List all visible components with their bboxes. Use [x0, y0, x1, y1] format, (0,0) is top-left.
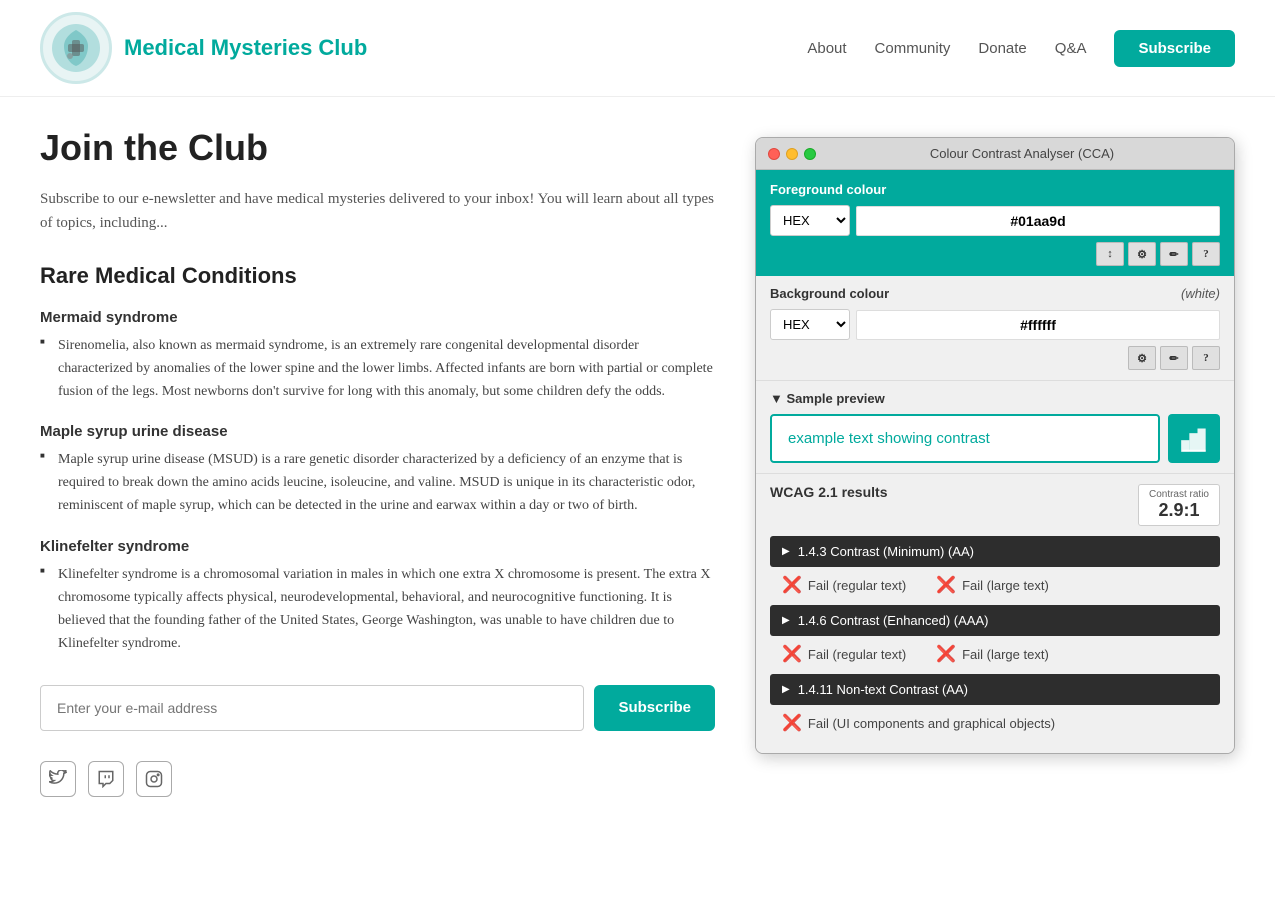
- wcag-result-label-1-large: Fail (large text): [962, 578, 1049, 593]
- intro-text: Subscribe to our e-newsletter and have m…: [40, 187, 715, 235]
- cca-fg-settings-btn[interactable]: ⚙: [1128, 242, 1156, 266]
- cca-bg-tools: ⚙ ✏ ?: [770, 346, 1220, 370]
- page-title: Join the Club: [40, 127, 715, 169]
- wcag-result-1-regular: ❌ Fail (regular text): [782, 575, 906, 595]
- cca-background-section: Background colour (white) HEX RGB HSL ⚙ …: [756, 276, 1234, 381]
- nav-donate[interactable]: Donate: [978, 40, 1026, 57]
- condition-title-2: Maple syrup urine disease: [40, 423, 715, 440]
- cca-fg-input-row: HEX RGB HSL: [770, 205, 1220, 236]
- cca-dot-red: [768, 148, 780, 160]
- social-icons-row: [40, 761, 715, 797]
- cca-dot-yellow: [786, 148, 798, 160]
- wcag-result-label-2-regular: Fail (regular text): [808, 647, 906, 662]
- wcag-results-row-3: ❌ Fail (UI components and graphical obje…: [770, 707, 1220, 743]
- wcag-criterion-1[interactable]: ▶ 1.4.3 Contrast (Minimum) (AA): [770, 536, 1220, 567]
- wcag-results-row-1: ❌ Fail (regular text) ❌ Fail (large text…: [770, 569, 1220, 605]
- wcag-criterion-label-3: 1.4.11 Non-text Contrast (AA): [798, 682, 968, 697]
- condition-title-1: Mermaid syndrome: [40, 309, 715, 326]
- wcag-result-2-large: ❌ Fail (large text): [936, 644, 1049, 664]
- condition-desc-3: Klinefelter syndrome is a chromosomal va…: [40, 563, 715, 655]
- wcag-expand-icon-2: ▶: [782, 615, 790, 626]
- cca-wcag-header: WCAG 2.1 results Contrast ratio 2.9:1: [770, 484, 1220, 526]
- cca-bg-eyedropper-btn[interactable]: ✏: [1160, 346, 1188, 370]
- cca-bg-input-row: HEX RGB HSL: [770, 309, 1220, 340]
- site-logo: [40, 12, 112, 84]
- cca-bg-settings-btn[interactable]: ⚙: [1128, 346, 1156, 370]
- wcag-result-label-3-ui: Fail (UI components and graphical object…: [808, 716, 1055, 731]
- wcag-result-2-regular: ❌ Fail (regular text): [782, 644, 906, 664]
- cca-contrast-label: Contrast ratio: [1149, 489, 1209, 500]
- cca-contrast-value: 2.9:1: [1149, 500, 1209, 521]
- cca-tool-column: Colour Contrast Analyser (CCA) Foregroun…: [755, 127, 1235, 797]
- wcag-result-1-large: ❌ Fail (large text): [936, 575, 1049, 595]
- cca-preview-row: example text showing contrast: [770, 414, 1220, 463]
- cca-dot-green: [804, 148, 816, 160]
- cca-bg-label: Background colour: [770, 286, 889, 301]
- wcag-expand-icon-3: ▶: [782, 684, 790, 695]
- condition-desc-2: Maple syrup urine disease (MSUD) is a ra…: [40, 448, 715, 517]
- cca-preview-section: Sample preview example text showing cont…: [756, 381, 1234, 474]
- twitch-icon[interactable]: [88, 761, 124, 797]
- wcag-criterion-3[interactable]: ▶ 1.4.11 Non-text Contrast (AA): [770, 674, 1220, 705]
- cca-fg-swap-btn[interactable]: ↕: [1096, 242, 1124, 266]
- cca-bg-hex-input[interactable]: [856, 310, 1220, 340]
- logo-area: Medical Mysteries Club: [40, 12, 367, 84]
- main-layout: Join the Club Subscribe to our e-newslet…: [0, 97, 1275, 827]
- wcag-criterion-label-2: 1.4.6 Contrast (Enhanced) (AAA): [798, 613, 989, 628]
- fail-icon-2-regular: ❌: [782, 644, 802, 664]
- cca-window: Colour Contrast Analyser (CCA) Foregroun…: [755, 137, 1235, 754]
- content-column: Join the Club Subscribe to our e-newslet…: [40, 127, 715, 797]
- condition-desc-1: Sirenomelia, also known as mermaid syndr…: [40, 334, 715, 403]
- email-input[interactable]: [40, 685, 584, 731]
- subscribe-form: Subscribe: [40, 685, 715, 731]
- cca-fg-help-btn[interactable]: ?: [1192, 242, 1220, 266]
- cca-title: Colour Contrast Analyser (CCA): [822, 146, 1222, 161]
- site-header: Medical Mysteries Club About Community D…: [0, 0, 1275, 97]
- wcag-expand-icon-1: ▶: [782, 546, 790, 557]
- subscribe-form-button[interactable]: Subscribe: [594, 685, 715, 731]
- cca-wcag-title: WCAG 2.1 results: [770, 484, 887, 500]
- cca-chart-button[interactable]: [1168, 414, 1220, 463]
- cca-bg-label-row: Background colour (white): [770, 286, 1220, 301]
- cca-titlebar: Colour Contrast Analyser (CCA): [756, 138, 1234, 170]
- cca-bg-help-btn[interactable]: ?: [1192, 346, 1220, 370]
- fail-icon-3-ui: ❌: [782, 713, 802, 733]
- wcag-result-label-1-regular: Fail (regular text): [808, 578, 906, 593]
- site-title: Medical Mysteries Club: [124, 35, 367, 61]
- cca-contrast-box: Contrast ratio 2.9:1: [1138, 484, 1220, 526]
- cca-fg-hex-input[interactable]: [856, 206, 1220, 236]
- cca-fg-tools: ↕ ⚙ ✏ ?: [770, 242, 1220, 266]
- cca-bg-format-select[interactable]: HEX RGB HSL: [770, 309, 850, 340]
- logo-icon: [50, 22, 102, 74]
- wcag-result-3-ui: ❌ Fail (UI components and graphical obje…: [782, 713, 1055, 733]
- twitter-icon[interactable]: [40, 761, 76, 797]
- main-nav: About Community Donate Q&A Subscribe: [807, 30, 1235, 67]
- wcag-criterion-2[interactable]: ▶ 1.4.6 Contrast (Enhanced) (AAA): [770, 605, 1220, 636]
- nav-about[interactable]: About: [807, 40, 846, 57]
- cca-wcag-section: WCAG 2.1 results Contrast ratio 2.9:1 ▶ …: [756, 474, 1234, 753]
- wcag-criterion-label-1: 1.4.3 Contrast (Minimum) (AA): [798, 544, 974, 559]
- wcag-result-label-2-large: Fail (large text): [962, 647, 1049, 662]
- nav-community[interactable]: Community: [875, 40, 951, 57]
- cca-fg-eyedropper-btn[interactable]: ✏: [1160, 242, 1188, 266]
- cca-preview-label: Sample preview: [770, 391, 1220, 406]
- condition-title-3: Klinefelter syndrome: [40, 538, 715, 555]
- cca-foreground-section: Foreground colour HEX RGB HSL ↕ ⚙ ✏ ?: [756, 170, 1234, 276]
- cca-fg-format-select[interactable]: HEX RGB HSL: [770, 205, 850, 236]
- bar-chart-icon: [1180, 425, 1208, 453]
- cca-preview-text: example text showing contrast: [770, 414, 1160, 463]
- conditions-section-heading: Rare Medical Conditions: [40, 263, 715, 289]
- nav-subscribe-button[interactable]: Subscribe: [1114, 30, 1235, 67]
- cca-fg-label: Foreground colour: [770, 182, 1220, 197]
- wcag-results-row-2: ❌ Fail (regular text) ❌ Fail (large text…: [770, 638, 1220, 674]
- nav-qa[interactable]: Q&A: [1055, 40, 1087, 57]
- fail-icon-1-large: ❌: [936, 575, 956, 595]
- instagram-icon[interactable]: [136, 761, 172, 797]
- fail-icon-1-regular: ❌: [782, 575, 802, 595]
- cca-bg-white-note: (white): [1181, 286, 1220, 301]
- fail-icon-2-large: ❌: [936, 644, 956, 664]
